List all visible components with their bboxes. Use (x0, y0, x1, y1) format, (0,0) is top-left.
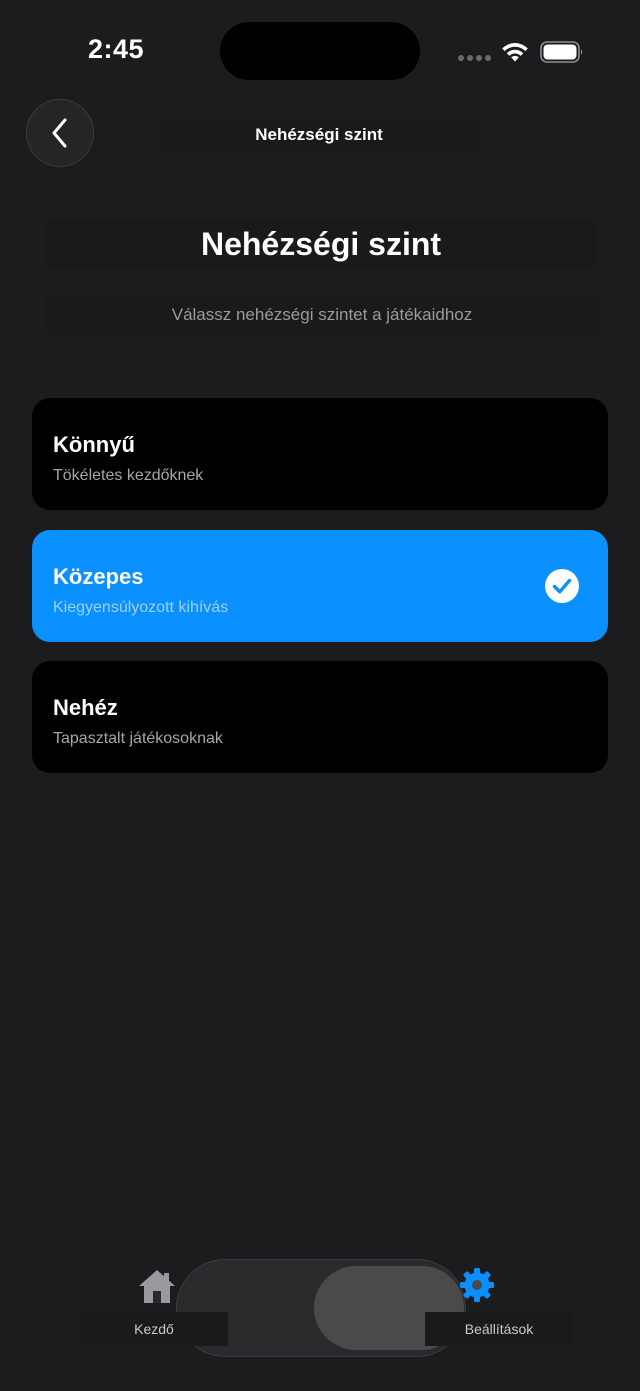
home-icon[interactable] (136, 1267, 178, 1305)
status-time: 2:45 (88, 34, 145, 64)
option-description: Tapasztalt játékosoknak (53, 730, 223, 747)
option-label: Könnyű (53, 432, 135, 457)
battery-icon (540, 41, 583, 63)
dynamic-island (220, 22, 420, 80)
difficulty-screen: 2:45 Nehézségi szint Nehézségi szint Vál… (0, 0, 640, 1391)
checkmark-circle-icon (545, 569, 579, 603)
option-label: Közepes (53, 564, 144, 589)
tab-home-label[interactable]: Kezdő (80, 1312, 228, 1346)
option-label: Nehéz (53, 695, 118, 720)
page-subtitle: Válassz nehézségi szintet a játékaidhoz (45, 295, 599, 335)
option-medium[interactable]: Közepes Kiegyensúlyozott kihívás (32, 530, 608, 642)
option-easy[interactable]: Könnyű Tökéletes kezdőknek (32, 398, 608, 510)
wifi-icon (502, 43, 528, 62)
gear-icon[interactable] (458, 1266, 496, 1304)
tab-settings-label[interactable]: Beállítások (425, 1312, 573, 1346)
option-description: Kiegyensúlyozott kihívás (53, 599, 229, 616)
cellular-signal-icon (458, 55, 491, 61)
nav-title: Nehézségi szint (160, 118, 478, 152)
page-title: Nehézségi szint (45, 219, 597, 269)
option-hard[interactable]: Nehéz Tapasztalt játékosoknak (32, 661, 608, 773)
back-button[interactable] (26, 99, 94, 167)
option-description: Tökéletes kezdőknek (53, 467, 204, 484)
chevron-left-icon (52, 118, 67, 148)
